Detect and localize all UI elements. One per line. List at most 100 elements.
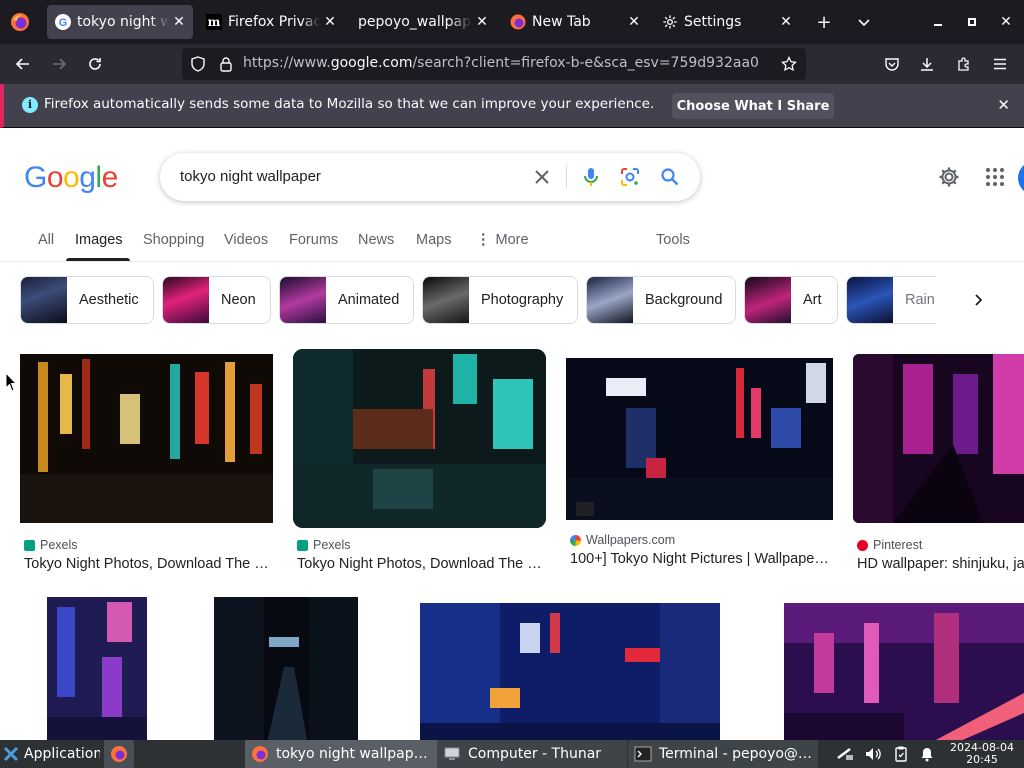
taskbar-window-thunar[interactable]: Computer - Thunar — [437, 740, 627, 768]
back-icon[interactable] — [10, 52, 36, 76]
search-box[interactable]: tokyo night wallpaper — [160, 153, 700, 201]
tab-more[interactable]: ⋮ More — [476, 232, 529, 248]
lock-icon[interactable] — [218, 56, 234, 72]
taskbar-window-firefox[interactable]: tokyo night wallpaper - Google Search — … — [245, 740, 438, 768]
search-icon[interactable] — [658, 165, 682, 189]
more-vert-icon: ⋮ — [476, 232, 491, 248]
image-result[interactable] — [399, 597, 741, 740]
reload-icon[interactable] — [82, 52, 108, 76]
applications-menu[interactable]: Applications — [0, 740, 100, 768]
chip-neon[interactable]: Neon — [162, 276, 271, 324]
avatar[interactable] — [1018, 161, 1024, 195]
tab-news[interactable]: News — [358, 232, 394, 248]
network-icon[interactable] — [836, 746, 854, 762]
search-input[interactable]: tokyo night wallpaper — [180, 168, 321, 185]
close-icon[interactable]: ✕ — [997, 96, 1010, 114]
url-text[interactable]: https://www.google.com/search?client=fir… — [243, 55, 759, 71]
chip-animated[interactable]: Animated — [279, 276, 414, 324]
refinement-chips: Aesthetic Neon Animated Photography Back… — [0, 276, 1024, 326]
result-title[interactable]: HD wallpaper: shinjuku, japan, tokyo, ni… — [857, 556, 1024, 572]
tab-videos[interactable]: Videos — [224, 232, 268, 248]
image-result[interactable]: Pinterest HD wallpaper: shinjuku, japan,… — [853, 354, 1024, 572]
taskbar-window-terminal[interactable]: Terminal - pepoyo@vm: ~ — [628, 740, 818, 768]
new-tab-button[interactable]: + — [812, 10, 836, 34]
minimize-icon[interactable] — [928, 12, 948, 32]
desktop-taskbar: Applications tokyo night wallpaper - Goo… — [0, 740, 1024, 768]
chevron-right-icon[interactable] — [966, 288, 990, 312]
list-all-tabs-icon[interactable] — [852, 10, 876, 34]
close-icon[interactable]: ✕ — [472, 14, 492, 30]
settings-gear-icon[interactable] — [936, 164, 962, 190]
tab-title: pepoyo_wallpaper — [358, 14, 472, 30]
forward-icon[interactable] — [46, 52, 72, 76]
result-image[interactable] — [784, 603, 1024, 740]
close-icon[interactable]: ✕ — [169, 14, 189, 30]
result-title[interactable]: Tokyo Night Photos, Download The BEST Fr… — [24, 556, 272, 572]
result-source[interactable]: Pinterest — [857, 538, 922, 552]
maximize-icon[interactable] — [962, 12, 982, 32]
tab-all[interactable]: All — [38, 232, 54, 248]
tab-images[interactable]: Images — [75, 232, 123, 248]
voice-search-icon[interactable] — [579, 165, 603, 189]
pocket-icon[interactable] — [879, 52, 905, 76]
result-image[interactable] — [420, 603, 720, 740]
chip-rain[interactable]: Rain — [846, 276, 936, 324]
close-icon[interactable]: ✕ — [776, 14, 796, 30]
bookmark-star-icon[interactable] — [781, 56, 797, 72]
result-image[interactable] — [214, 597, 358, 740]
chip-thumbnail — [280, 277, 326, 323]
volume-icon[interactable] — [864, 746, 882, 762]
chip-aesthetic[interactable]: Aesthetic — [20, 276, 154, 324]
tab-forums[interactable]: Forums — [289, 232, 338, 248]
xfce-menu-icon — [2, 745, 20, 763]
chip-art[interactable]: Art — [744, 276, 838, 324]
image-result[interactable] — [194, 597, 378, 740]
clear-icon[interactable] — [530, 165, 554, 189]
result-image[interactable] — [47, 597, 147, 740]
tab-new-tab[interactable]: New Tab ✕ — [502, 5, 648, 39]
clock[interactable]: 2024-08-04 20:45 — [946, 742, 1018, 766]
google-apps-icon[interactable] — [982, 164, 1008, 190]
hamburger-menu-icon[interactable] — [987, 52, 1013, 76]
result-source[interactable]: Wallpapers.com — [570, 533, 675, 547]
tracking-protection-icon[interactable] — [190, 56, 206, 72]
image-result[interactable]: Wallpapers.com 100+] Tokyo Night Picture… — [566, 358, 834, 572]
lens-search-icon[interactable] — [618, 165, 642, 189]
tab-title: tokyo night wallpaper - Google Search — [77, 14, 169, 30]
result-image[interactable] — [20, 354, 273, 523]
image-result[interactable]: Pexels Tokyo Night Photos, Download The … — [20, 354, 274, 572]
notification-bell-icon[interactable] — [918, 746, 936, 762]
close-icon[interactable]: ✕ — [624, 14, 644, 30]
choose-what-i-share-button[interactable]: Choose What I Share — [672, 93, 834, 119]
tab-pepoyo-wallpaper[interactable]: pepoyo_wallpaper ✕ — [350, 5, 496, 39]
image-result[interactable] — [762, 597, 1024, 740]
pexels-icon — [297, 539, 308, 551]
url-bar[interactable]: https://www.google.com/search?client=fir… — [182, 48, 806, 80]
chip-background[interactable]: Background — [586, 276, 736, 324]
tab-google-search[interactable]: G tokyo night wallpaper - Google Search … — [47, 5, 193, 39]
tab-maps[interactable]: Maps — [416, 232, 451, 248]
result-source[interactable]: Pexels — [297, 538, 351, 552]
result-image[interactable] — [293, 349, 546, 528]
result-source[interactable]: Pexels — [24, 538, 78, 552]
result-image[interactable] — [566, 358, 833, 520]
result-image[interactable] — [853, 354, 1024, 523]
tab-privacy-notice[interactable]: m Firefox Privacy Notice ✕ — [198, 5, 344, 39]
image-result[interactable] — [21, 597, 173, 740]
tab-shopping[interactable]: Shopping — [143, 232, 204, 248]
clipboard-icon[interactable] — [892, 746, 910, 762]
tab-settings[interactable]: Settings ✕ — [654, 5, 800, 39]
launcher-firefox[interactable] — [104, 740, 134, 768]
svg-text:m: m — [208, 15, 221, 29]
close-window-icon[interactable]: ✕ — [996, 12, 1016, 32]
chip-photography[interactable]: Photography — [422, 276, 578, 324]
extensions-icon[interactable] — [951, 52, 977, 76]
tab-tools[interactable]: Tools — [656, 232, 690, 248]
result-title[interactable]: 100+] Tokyo Night Pictures | Wallpapers.… — [570, 551, 832, 567]
result-title[interactable]: Tokyo Night Photos, Download The BEST Fr… — [297, 556, 545, 572]
downloads-icon[interactable] — [914, 52, 940, 76]
google-logo[interactable]: Google — [24, 161, 118, 195]
image-result[interactable]: Pexels Tokyo Night Photos, Download The … — [293, 349, 547, 572]
firefox-menu-icon[interactable] — [10, 12, 30, 32]
close-icon[interactable]: ✕ — [320, 14, 340, 30]
